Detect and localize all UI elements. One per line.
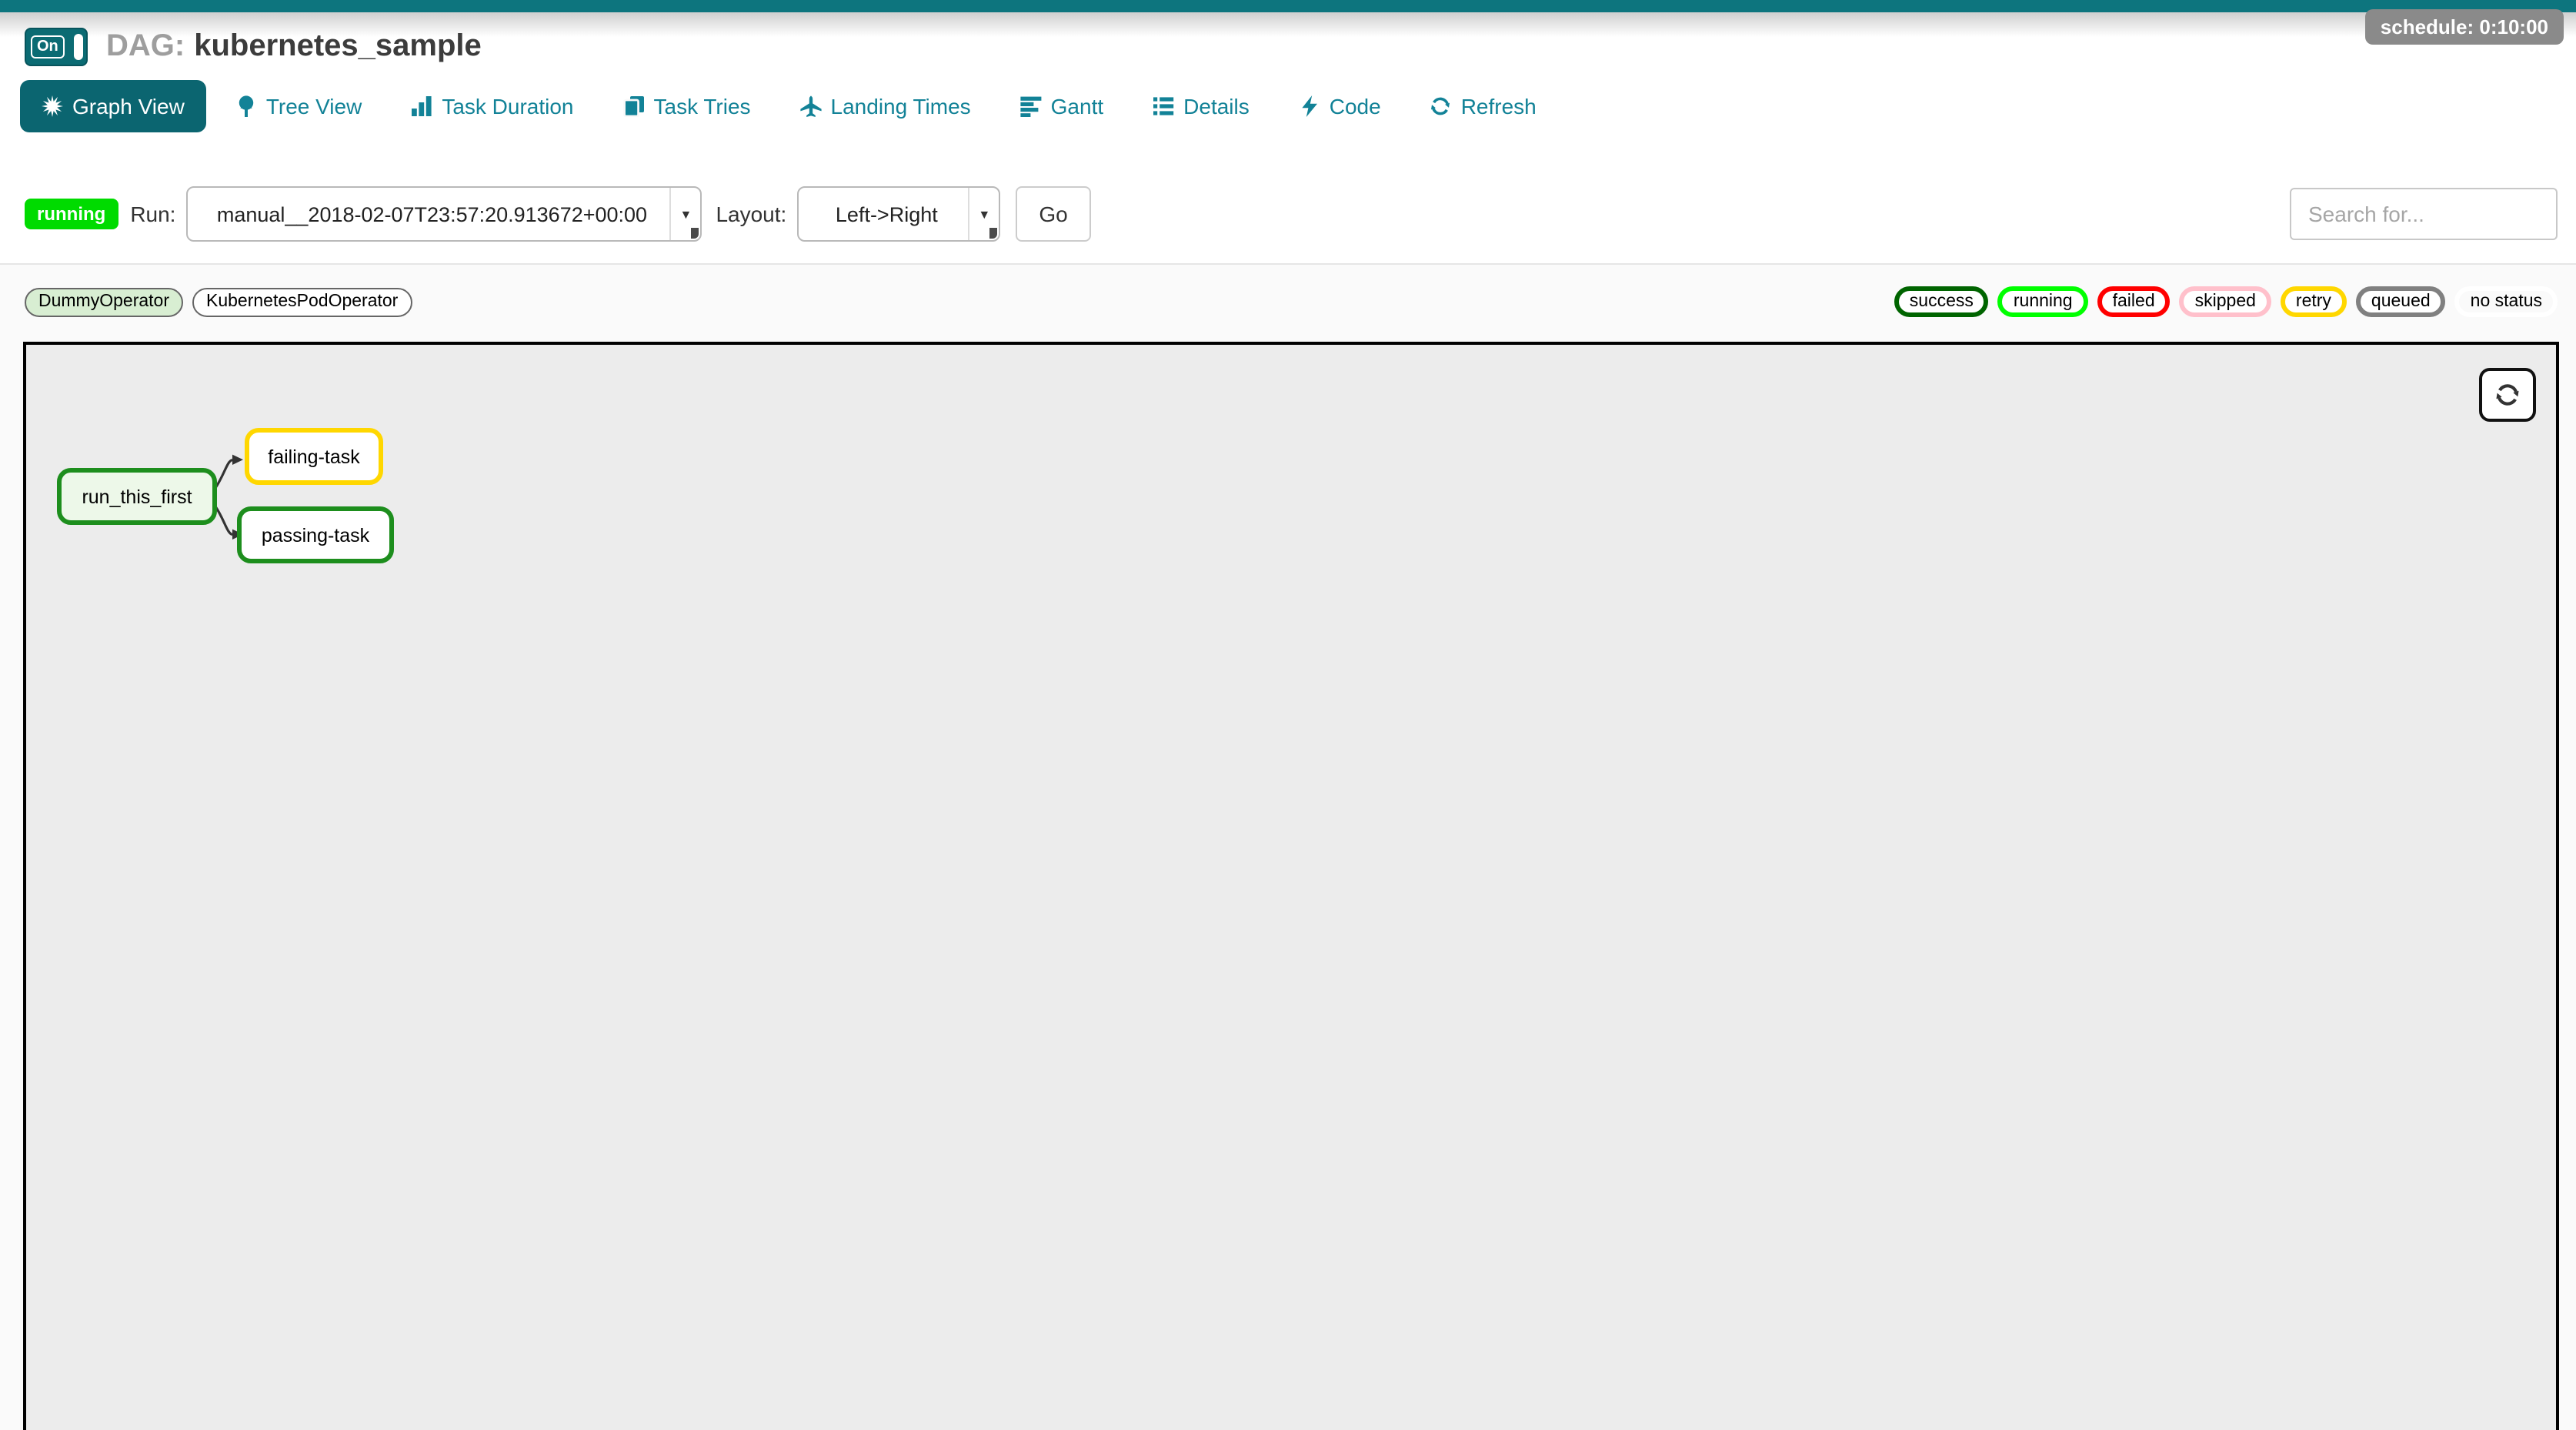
go-button[interactable]: Go — [1016, 186, 1090, 242]
tab-code[interactable]: Code — [1299, 94, 1381, 119]
list-icon — [1153, 95, 1174, 117]
run-controls-row: running Run: manual__2018-02-07T23:57:20… — [25, 185, 2558, 243]
dag-node-failing-task[interactable]: failing-task — [245, 428, 383, 485]
tab-label: Refresh — [1461, 94, 1537, 119]
refresh-icon — [2494, 382, 2521, 408]
view-tabs: Graph View Tree View Task Duration Task … — [20, 80, 1586, 132]
tab-label: Details — [1183, 94, 1250, 119]
tree-icon — [235, 95, 257, 117]
bolt-icon — [1299, 95, 1320, 117]
dag-name: kubernetes_sample — [194, 29, 482, 65]
status-badge-queued: queued — [2356, 286, 2446, 317]
graph-panel[interactable]: run_this_first failing-task passing-task — [23, 342, 2559, 1430]
node-label: failing-task — [268, 446, 360, 467]
align-left-icon — [1020, 95, 1042, 117]
dag-node-passing-task[interactable]: passing-task — [237, 506, 394, 563]
title-row: On DAG: kubernetes_sample — [25, 28, 482, 66]
status-legend: success running failed skipped retry que… — [1894, 286, 2558, 317]
run-select[interactable]: manual__2018-02-07T23:57:20.913672+00:00… — [186, 186, 702, 242]
tab-label: Tree View — [266, 94, 362, 119]
tab-details[interactable]: Details — [1153, 94, 1250, 119]
run-label: Run: — [130, 202, 175, 226]
operator-badge-kubernetespod: KubernetesPodOperator — [192, 287, 412, 316]
title-prefix: DAG: — [106, 29, 185, 65]
status-badge-success: success — [1894, 286, 1989, 317]
legend-row: DummyOperator KubernetesPodOperator succ… — [25, 286, 2558, 317]
tab-label: Landing Times — [831, 94, 971, 119]
bar-chart-icon — [411, 95, 432, 117]
search-input[interactable] — [2290, 188, 2558, 240]
content-area: DummyOperator KubernetesPodOperator succ… — [0, 265, 2576, 1430]
layout-select-value: Left->Right — [820, 202, 978, 226]
chevron-down-icon: ▼ — [968, 188, 999, 240]
tab-task-tries[interactable]: Task Tries — [623, 94, 751, 119]
sunburst-icon — [42, 95, 63, 117]
files-icon — [623, 95, 645, 117]
toggle-knob — [74, 34, 83, 60]
toggle-on-label: On — [31, 35, 65, 58]
run-select-value: manual__2018-02-07T23:57:20.913672+00:00 — [202, 202, 687, 226]
operator-badge-dummy: DummyOperator — [25, 287, 183, 316]
tab-label: Graph View — [72, 94, 185, 119]
tab-tree-view[interactable]: Tree View — [235, 94, 362, 119]
airflow-dag-page: schedule: 0:10:00 On DAG: kubernetes_sam… — [0, 0, 2576, 1430]
top-navbar-strip — [0, 0, 2576, 12]
tab-label: Gantt — [1051, 94, 1104, 119]
tab-gantt[interactable]: Gantt — [1020, 94, 1104, 119]
tab-task-duration[interactable]: Task Duration — [411, 94, 573, 119]
refresh-icon — [1430, 95, 1452, 117]
schedule-badge: schedule: 0:10:00 — [2365, 9, 2564, 45]
chevron-down-icon: ▼ — [669, 188, 700, 240]
tab-landing-times[interactable]: Landing Times — [800, 94, 971, 119]
tab-label: Code — [1330, 94, 1381, 119]
status-badge-no-status: no status — [2455, 286, 2558, 317]
graph-refresh-button[interactable] — [2479, 368, 2536, 422]
node-label: passing-task — [262, 524, 369, 546]
status-badge-retry: retry — [2281, 286, 2347, 317]
tab-label: Task Duration — [442, 94, 573, 119]
status-badge-running: running — [1998, 286, 2088, 317]
status-badge-skipped: skipped — [2180, 286, 2271, 317]
layout-select[interactable]: Left->Right ▼ — [797, 186, 1000, 242]
node-label: run_this_first — [82, 486, 192, 507]
run-state-badge: running — [25, 199, 118, 229]
tab-label: Task Tries — [654, 94, 751, 119]
page-title: DAG: kubernetes_sample — [106, 29, 482, 65]
layout-label: Layout: — [716, 202, 786, 226]
status-badge-failed: failed — [2097, 286, 2171, 317]
tab-refresh[interactable]: Refresh — [1430, 94, 1537, 119]
dag-node-run_this_first[interactable]: run_this_first — [57, 468, 217, 525]
plane-icon — [800, 95, 822, 117]
tab-graph-view[interactable]: Graph View — [20, 80, 206, 132]
dag-on-toggle[interactable]: On — [25, 28, 88, 66]
